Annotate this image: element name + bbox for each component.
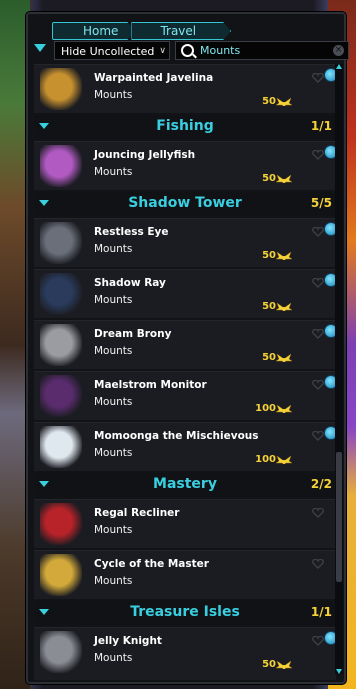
eye-icon — [40, 222, 82, 264]
item-price: 50 — [262, 301, 276, 312]
favorite-heart-icon[interactable] — [312, 554, 324, 569]
clear-search-icon[interactable]: × — [333, 45, 344, 56]
collapse-all-icon[interactable] — [34, 44, 46, 52]
item-price: 50 — [262, 173, 276, 184]
section-count: 1/1 — [310, 119, 332, 133]
item-price: 50 — [262, 96, 276, 107]
section-title: Shadow Tower — [128, 195, 242, 211]
list-item[interactable]: Restless Eye Mounts 50 — [34, 218, 338, 267]
filter-dropdown-value: Hide Uncollected — [61, 45, 155, 58]
item-type: Mounts — [94, 524, 133, 536]
favorite-heart-icon[interactable] — [312, 145, 324, 160]
momoonga-icon — [40, 426, 82, 468]
item-type: Mounts — [94, 447, 133, 459]
section-count: 5/5 — [310, 196, 332, 210]
favorite-heart-icon[interactable] — [312, 222, 324, 237]
item-type: Mounts — [94, 89, 133, 101]
chevron-down-icon: ∨ — [159, 46, 166, 56]
collection-list: Warpainted Javelina Mounts 50 Fishing 1/1 Jou… — [34, 64, 338, 678]
section-header[interactable]: Mastery 2/2 — [34, 473, 336, 497]
filter-dropdown[interactable]: Hide Uncollected ∨ — [54, 41, 170, 60]
item-name: Dream Brony — [94, 328, 172, 340]
javelina-icon — [40, 68, 82, 110]
knight-icon — [40, 631, 82, 673]
section-count: 2/2 — [310, 477, 332, 491]
search-value: Mounts — [200, 44, 241, 57]
wings-currency-icon — [275, 350, 293, 362]
item-name: Cycle of the Master — [94, 558, 209, 570]
favorite-heart-icon[interactable] — [312, 426, 324, 441]
section-title: Mastery — [153, 476, 217, 492]
scroll-down-icon[interactable] — [336, 669, 342, 674]
recliner-icon — [40, 503, 82, 545]
item-type: Mounts — [94, 396, 133, 408]
list-item[interactable]: Regal Recliner Mounts — [34, 499, 336, 548]
favorite-heart-icon[interactable] — [312, 324, 324, 339]
item-price: 50 — [262, 352, 276, 363]
item-type: Mounts — [94, 345, 133, 357]
wings-currency-icon — [275, 657, 293, 669]
list-item[interactable]: Cycle of the Master Mounts — [34, 550, 336, 599]
jellyfish-icon — [40, 145, 82, 187]
item-price: 50 — [262, 250, 276, 261]
scrollbar[interactable] — [335, 64, 343, 674]
wings-currency-icon — [275, 299, 293, 311]
filter-row: Hide Uncollected ∨ Mounts × — [32, 41, 349, 61]
ray-icon — [40, 273, 82, 315]
item-type: Mounts — [94, 294, 133, 306]
section-header[interactable]: Treasure Isles 1/1 — [34, 601, 336, 625]
brony-icon — [40, 324, 82, 366]
section-header[interactable]: Shadow Tower 5/5 — [34, 192, 336, 216]
item-name: Restless Eye — [94, 226, 169, 238]
list-item[interactable]: Momoonga the Mischievous Mounts 100 — [34, 422, 338, 471]
item-price: 100 — [255, 454, 276, 465]
wings-currency-icon — [275, 94, 293, 106]
breadcrumb-home[interactable]: Home — [52, 22, 135, 40]
partial-row — [34, 675, 336, 680]
section-count: 1/1 — [310, 605, 332, 619]
wings-currency-icon — [275, 452, 293, 464]
wings-currency-icon — [275, 401, 293, 413]
scroll-thumb[interactable] — [336, 452, 342, 582]
item-name: Shadow Ray — [94, 277, 166, 289]
item-name: Jelly Knight — [94, 635, 162, 647]
scroll-up-icon[interactable] — [336, 64, 342, 69]
favorite-heart-icon[interactable] — [312, 503, 324, 518]
search-input[interactable]: Mounts × — [175, 41, 349, 60]
list-item[interactable]: Maelstrom Monitor Mounts 100 — [34, 371, 338, 420]
search-icon — [181, 44, 194, 57]
item-name: Jouncing Jellyfish — [94, 149, 196, 161]
item-name: Maelstrom Monitor — [94, 379, 207, 391]
list-item[interactable]: Jouncing Jellyfish Mounts 50 — [34, 141, 338, 190]
section-title: Fishing — [156, 118, 214, 134]
list-item[interactable]: Jelly Knight Mounts 50 — [34, 627, 338, 676]
item-price: 100 — [255, 403, 276, 414]
wings-currency-icon — [275, 171, 293, 183]
favorite-heart-icon[interactable] — [312, 375, 324, 390]
favorite-heart-icon[interactable] — [312, 273, 324, 288]
breadcrumb: Home Travel — [52, 22, 231, 40]
favorite-heart-icon[interactable] — [312, 631, 324, 646]
item-type: Mounts — [94, 652, 133, 664]
section-title: Treasure Isles — [130, 604, 240, 620]
list-item[interactable]: Dream Brony Mounts 50 — [34, 320, 338, 369]
list-item[interactable]: Warpainted Javelina Mounts 50 — [34, 64, 338, 113]
item-name: Momoonga the Mischievous — [94, 430, 259, 442]
item-name: Warpainted Javelina — [94, 72, 214, 84]
breadcrumb-travel[interactable]: Travel — [131, 22, 231, 40]
item-price: 50 — [262, 659, 276, 670]
favorite-heart-icon[interactable] — [312, 68, 324, 83]
section-header[interactable]: Fishing 1/1 — [34, 115, 336, 139]
item-type: Mounts — [94, 243, 133, 255]
list-item[interactable]: Shadow Ray Mounts 50 — [34, 269, 338, 318]
item-type: Mounts — [94, 166, 133, 178]
wings-currency-icon — [275, 248, 293, 260]
item-type: Mounts — [94, 575, 133, 587]
item-name: Regal Recliner — [94, 507, 180, 519]
cycle-icon — [40, 554, 82, 596]
monitor-icon — [40, 375, 82, 417]
collection-panel: Home Travel Hide Uncollected ∨ Mounts × … — [26, 12, 349, 684]
